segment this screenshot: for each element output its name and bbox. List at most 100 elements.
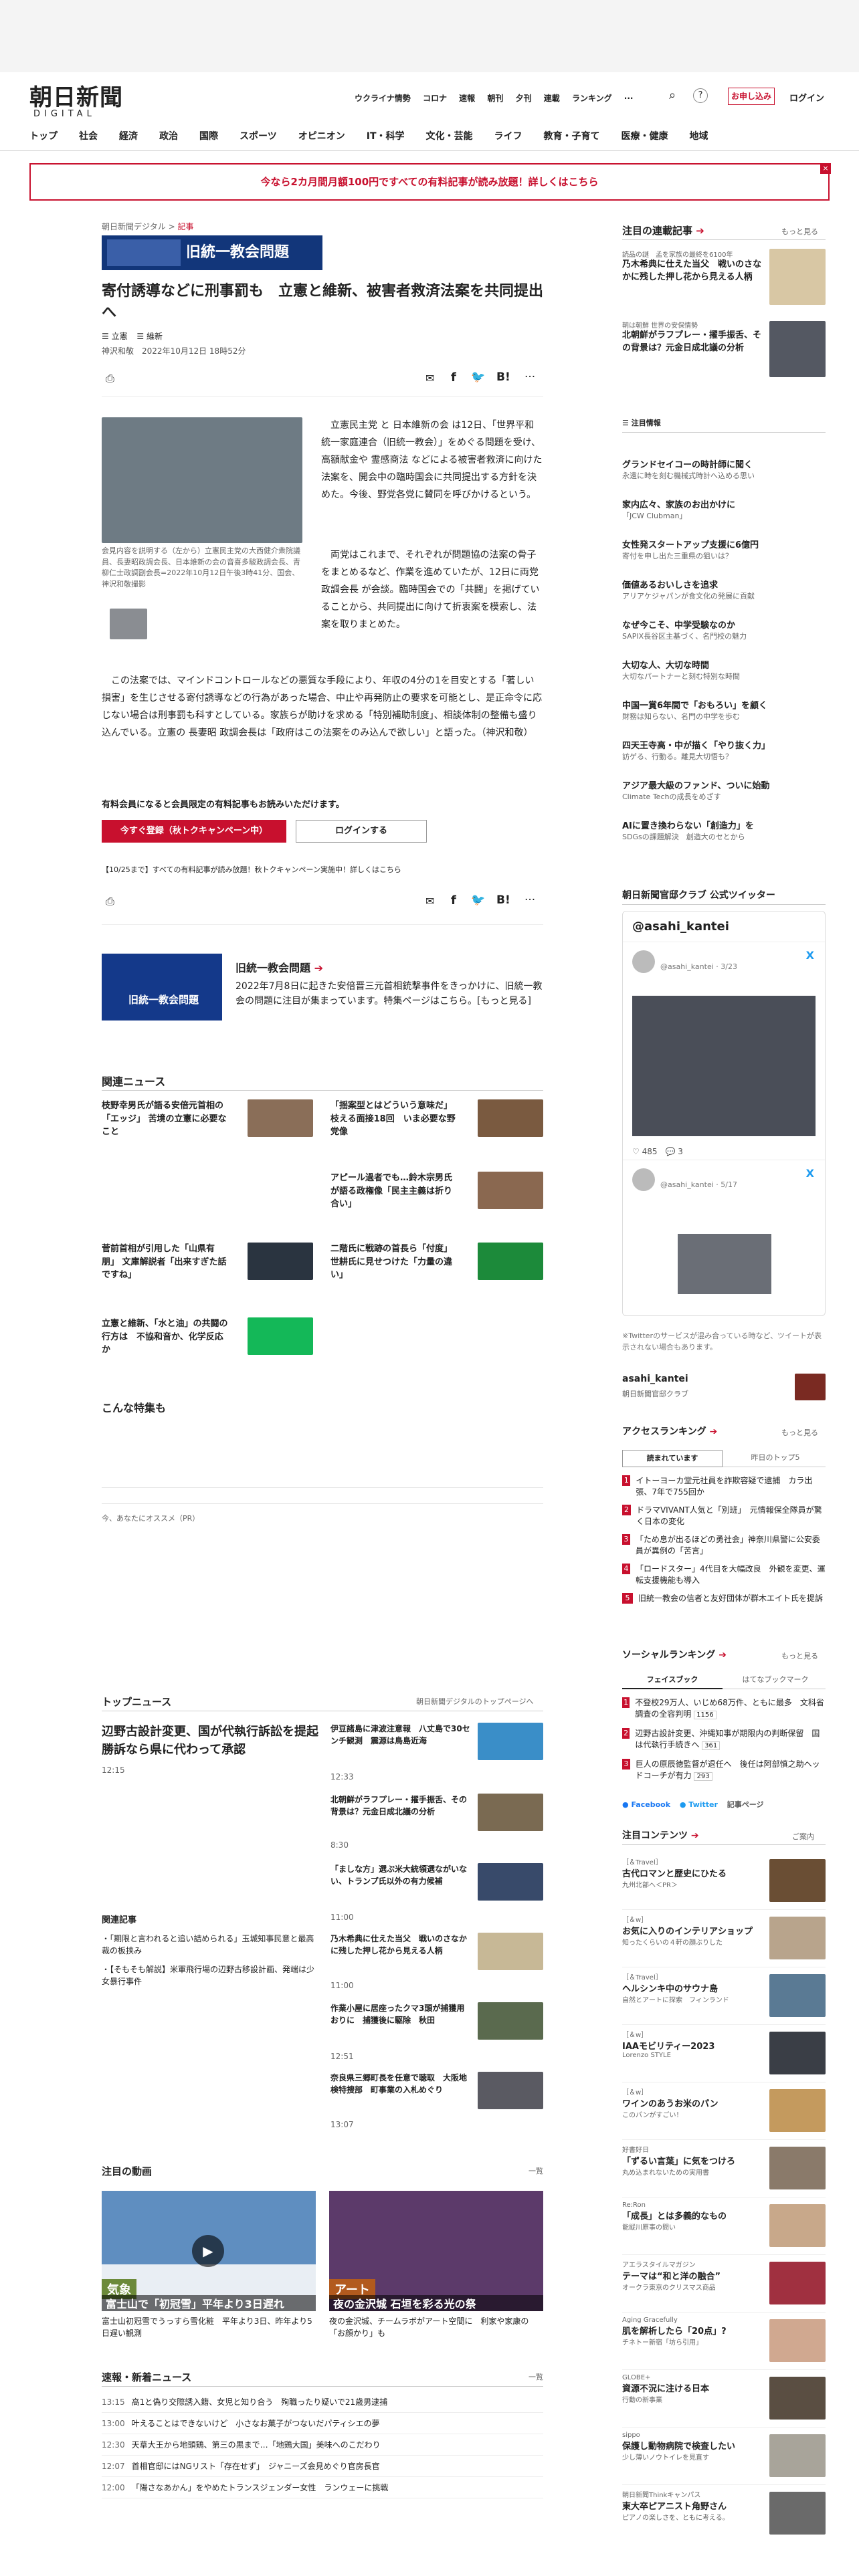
top-link[interactable]: 連載 — [544, 94, 560, 103]
topnews-item[interactable]: 「ましな方」選ぶ米大統領選ながいない、トランプ氏以外の有力候補 — [330, 1863, 471, 1887]
sidebar-series-thumb[interactable] — [769, 321, 826, 377]
topnews-link[interactable]: 朝日新聞デジタルのトップページへ — [416, 1696, 534, 1707]
nav-item[interactable]: 文化・芸能 — [415, 122, 484, 151]
video-desc[interactable]: 富士山初冠雪でうっすら雪化粧 平年より3日、昨年より5日遅い観測 — [102, 2315, 316, 2339]
videos-link[interactable]: 一覧 — [529, 2165, 543, 2176]
content-more[interactable]: ご案内 — [792, 1831, 814, 1842]
pick-item[interactable]: 大切な人、大切な時間 大切なパートナーと刻む特別な時間 — [622, 658, 826, 698]
content-item[interactable]: sippo 保護し動物病院で検査したい 少し薄いノウトイレを見直す — [622, 2428, 826, 2485]
related-thumb[interactable] — [478, 1243, 543, 1280]
more-share-icon[interactable]: ··· — [524, 370, 535, 384]
top-link[interactable]: コロナ — [423, 94, 447, 103]
related-item[interactable]: アピール過者でも…鈴木宗男氏が語る政権像「民主主義は折り合い」 — [330, 1172, 458, 1211]
sidebar-more-link[interactable]: もっと見る — [781, 226, 818, 237]
club-thumb[interactable] — [795, 1374, 826, 1400]
social-item[interactable]: 2 辺野古設計変更、沖縄知事が期限内の判断保留 国は代執行手続きへ 361 — [622, 1728, 826, 1759]
rank-item[interactable]: 4 「ロードスター」4代目を大幅改良 外観を変更、運転支援機能も導入 — [622, 1564, 826, 1593]
close-icon[interactable]: × — [820, 163, 831, 174]
mail-icon[interactable]: ✉ — [425, 372, 434, 385]
breaking-item[interactable]: 13:15 高1と偽り交際誘入籍、女児と知り合う 殉職ったり疑いで21歳男逮捕 — [102, 2391, 543, 2413]
photo-thumbnail[interactable] — [110, 609, 147, 639]
rank-item[interactable]: 5 旧統一教会の信者と友好団体が群木エイト氏を提訴 — [622, 1593, 826, 1622]
more-share-icon[interactable]: ··· — [524, 893, 535, 907]
login-button[interactable]: ログインする — [296, 820, 427, 843]
breadcrumb-current[interactable]: 記事 — [177, 222, 193, 231]
nav-item[interactable]: 政治 — [149, 122, 189, 151]
sidebar-series-item[interactable]: 朝は朝鮮 世界の安保情勢 北朝鮮がラフプレー・擢手振舌、その背景は？元金日成北議… — [622, 320, 763, 355]
pick-item[interactable]: 家内広々、家族のお出かけに 「JCW Clubman」 — [622, 498, 826, 538]
site-logo[interactable]: 朝日新聞 DIGITAL — [29, 79, 123, 119]
rank-more[interactable]: もっと見る — [781, 1427, 818, 1438]
topnews-item[interactable]: 乃木希典に仕えた当父 戦いのさなかに残した押し花から見える人柄 — [330, 1933, 471, 1957]
breaking-item[interactable]: 12:00 「陽さなあかん」をやめたトランスジェンダー女性 ランウェーに挑戦 — [102, 2477, 543, 2498]
nav-item[interactable]: 国際 — [189, 122, 229, 151]
nav-item[interactable]: スポーツ — [229, 122, 288, 151]
more-icon[interactable]: ··· — [624, 94, 634, 103]
twitter-widget[interactable]: @asahi_kantei @asahi_kantei · 3/23 X ♡ 4… — [622, 911, 826, 1316]
pick-item[interactable]: アジア最大級のファンド、ついに始動 Climate Techの成長をめざす — [622, 778, 826, 819]
content-item[interactable]: Aging Gracefully 肌を解析したら「20点」? チネトー新宿「坊ら引用… — [622, 2313, 826, 2370]
sidebar-series-thumb[interactable] — [769, 249, 826, 305]
article-photo[interactable] — [102, 417, 302, 543]
related-thumb[interactable] — [248, 1243, 313, 1280]
pick-item[interactable]: 四天王寺高・中が描く「やり抜く力」 訪ゲる、行動る。離見大切悟も？ — [622, 738, 826, 778]
social-item[interactable]: 3 巨人の原辰徳監督が退任へ 後任は阿部慎之助ヘッドコーチが有力 293 — [622, 1759, 826, 1790]
topnews-thumb[interactable] — [478, 1723, 543, 1760]
breaking-link[interactable]: 一覧 — [529, 2371, 543, 2382]
topnews-item[interactable]: 奈良県三郷町長を任意で聴取 大阪地検特捜部 町事業の入札めぐり — [330, 2072, 471, 2096]
content-item[interactable]: Re:Ron 「成長」とは多義的なもの 能縦川原事の問い — [622, 2197, 826, 2255]
nav-item[interactable]: トップ — [19, 122, 68, 151]
related-item[interactable]: 菅前首相が引用した「山県有朋」 文庫解説者「出来すぎた話ですね」 — [102, 1243, 229, 1282]
pick-item[interactable]: 女性発スタートアップ支援に6億円 寄付を申し出た三重県の狙いは？ — [622, 538, 826, 578]
hatena-icon[interactable]: B! — [496, 370, 510, 384]
nav-item[interactable]: 社会 — [68, 122, 108, 151]
video-desc[interactable]: 夜の金沢城、チームラボがアート空間に 利家や家康の「お顔かり」も — [329, 2315, 543, 2339]
topnews-related-item[interactable]: ・「期限と言われると追い詰められる」玉城知事民意と最高裁の板挟み — [102, 1933, 316, 1957]
content-item[interactable]: ［＆w］ お気に入りのインテリアショップ 知ったくらいの４軒の顔ぶりした — [622, 1910, 826, 1967]
related-item[interactable]: 二階氏に戦跡の首長ら「付度」 世耕氏に見せつけた「力量の違い」 — [330, 1243, 458, 1282]
play-icon[interactable]: ▶ — [192, 2235, 224, 2267]
nav-item[interactable]: IT・科学 — [356, 122, 415, 151]
pick-item[interactable]: 価値あるおいしさを追求 アリアケジャパンが食文化の発展に貢献 — [622, 578, 826, 618]
topnews-lead[interactable]: 辺野古設計変更、国が代執行訴訟を提起 勝訴なら県に代わって承認 — [102, 1723, 330, 1759]
social-tab[interactable]: はてなブックマーク — [725, 1672, 826, 1689]
topnews-thumb[interactable] — [478, 1933, 543, 1970]
topnews-item[interactable]: 北朝鮮がラフプレー・擢手振舌、その背景は？元金日成北議の分析 — [330, 1794, 471, 1818]
related-thumb[interactable] — [478, 1172, 543, 1209]
search-icon[interactable]: ⌕ — [669, 88, 676, 102]
related-item[interactable]: 「揺案型とはどういう意味だ」枝える面接18回 いま必要な野党像 — [330, 1099, 458, 1139]
content-item[interactable]: 好書好日 「ずるい言葉」に気をつけろ 丸め込まれないための実用書 — [622, 2140, 826, 2197]
video-card[interactable]: ▶ 気象 富士山で「初冠雪」平年より3日遅れ — [102, 2191, 316, 2311]
signup-button[interactable]: お申し込み — [728, 88, 775, 105]
twitter-icon[interactable]: 🐦 — [471, 893, 485, 907]
print-icon[interactable]: ⎙ — [106, 372, 114, 385]
help-icon[interactable]: ? — [693, 88, 708, 103]
share-link[interactable]: 記事ページ — [727, 1800, 764, 1809]
related-item[interactable]: 枝野幸男氏が語る安倍元首相の「エッジ」 苦境の立憲に必要なこと — [102, 1099, 229, 1139]
related-thumb[interactable] — [248, 1099, 313, 1137]
nav-item[interactable]: 経済 — [108, 122, 149, 151]
content-item[interactable]: ［＆Travel］ 古代ロマンと歴史にひたる 九州北部へ＜PR＞ — [622, 1852, 826, 1910]
tweet-image[interactable] — [632, 996, 816, 1136]
campaign-link[interactable]: 【10/25まで】すべての有料記事が読み放題！秋トクキャンペーン実施中！詳しくは… — [102, 864, 401, 875]
breaking-item[interactable]: 12:30 天草大王から地頭鶏、第三の黒まで…「地鶏大国」美味へのこだわり — [102, 2434, 543, 2456]
pick-item[interactable]: 中国一賞6年間で「おもろい」を顧く 財務は知らない、名門の中学を歩む — [622, 698, 826, 738]
facebook-icon[interactable]: f — [451, 370, 456, 385]
rank-tab[interactable]: 読まれています — [622, 1450, 723, 1467]
rank-item[interactable]: 2 ドラマVIVANT人気と「別班」 元情報保全隊員が驚く日本の変化 — [622, 1505, 826, 1534]
topnews-thumb[interactable] — [478, 2002, 543, 2040]
nav-item[interactable]: オピニオン — [288, 122, 356, 151]
facebook-icon[interactable]: f — [451, 893, 456, 907]
content-item[interactable]: GLOBE+ 資源不況に注ける日本 行動の新事業 — [622, 2370, 826, 2428]
topnews-item[interactable]: 作業小屋に居座ったクマ3頭が捕獲用おりに 捕獲後に駆除 秋田 — [330, 2002, 471, 2026]
feature-banner-image[interactable]: 旧統一教会問題 — [102, 954, 222, 1021]
nav-item[interactable]: 地域 — [679, 122, 719, 151]
feature-title[interactable]: 旧統一教会問題 ➔ — [235, 959, 323, 975]
sidebar-series-item[interactable]: 読品の謎 孟を家族の最終を6100年 乃木希典に仕えた当父 戦いのさなかに残した… — [622, 249, 763, 284]
rank-item[interactable]: 3 「ため息が出るほどの勇社会」神奈川県警に公安委員が異例の「苦言」 — [622, 1534, 826, 1564]
content-item[interactable]: ［＆w］ ワインのあうお米のパン このパンがすごい！ — [622, 2082, 826, 2140]
social-more[interactable]: もっと見る — [781, 1650, 818, 1661]
rank-item[interactable]: 1 イトーヨーカ堂元社員を詐欺容疑で逮捕 カラ出張、7年で755回か — [622, 1475, 826, 1505]
login-link[interactable]: ログイン — [789, 91, 824, 104]
register-button[interactable]: 今すぐ登録（秋トクキャンペーン中） — [102, 820, 286, 843]
